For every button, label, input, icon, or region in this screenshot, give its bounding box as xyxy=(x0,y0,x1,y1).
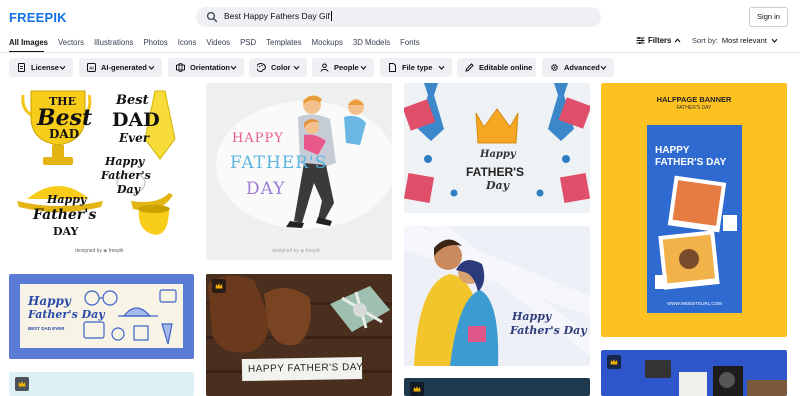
sort-label: Sort by: xyxy=(692,36,718,45)
chevron-up-icon xyxy=(674,38,681,43)
tab-icons[interactable]: Icons xyxy=(178,37,197,51)
chevron-down-icon xyxy=(438,65,445,70)
crown-icon xyxy=(215,283,223,289)
chip-license[interactable]: License xyxy=(9,58,73,77)
premium-badge xyxy=(15,377,29,391)
flatlay-photo xyxy=(645,360,787,396)
chevron-down-icon xyxy=(59,65,66,70)
ai-icon: AI xyxy=(87,63,96,72)
gear-icon xyxy=(551,64,558,71)
result-card-partial-1[interactable] xyxy=(9,372,194,396)
chip-color[interactable]: Color xyxy=(249,58,307,77)
sort-value: Most relevant xyxy=(721,36,767,45)
chip-editable-online[interactable]: Editable online xyxy=(457,58,536,77)
premium-badge xyxy=(410,382,424,396)
tab-videos[interactable]: Videos xyxy=(206,37,230,51)
result-card-shoes-gift-photo[interactable]: HAPPY FATHER'S DAY xyxy=(206,274,392,396)
result-card-crown-ties-gifts[interactable]: Happy FATHER'S Day xyxy=(404,83,590,213)
file-icon xyxy=(389,63,396,72)
orientation-icon xyxy=(176,63,185,72)
tab-fonts[interactable]: Fonts xyxy=(400,37,420,51)
chevron-down-icon xyxy=(230,65,237,70)
asset-type-tabs: All Images Vectors Illustrations Photos … xyxy=(9,37,430,51)
result-card-partial-3[interactable] xyxy=(601,350,787,396)
tab-photos[interactable]: Photos xyxy=(143,37,167,51)
chip-people[interactable]: People xyxy=(312,58,374,77)
tab-illustrations[interactable]: Illustrations xyxy=(94,37,133,51)
card-sign: HAPPY FATHER'S DAY xyxy=(241,356,363,382)
crown-ties-illustration xyxy=(404,83,590,204)
chip-orientation[interactable]: Orientation xyxy=(168,58,244,77)
tab-3d-models[interactable]: 3D Models xyxy=(353,37,390,51)
result-card-halfpage-banner[interactable]: HALFPAGE BANNER FATHER'S DAY HAPPY FATHE… xyxy=(601,83,787,337)
tab-mockups[interactable]: Mockups xyxy=(312,37,343,51)
people-icon xyxy=(320,63,329,72)
crown-icon xyxy=(18,381,26,387)
document-icon xyxy=(18,63,25,72)
chip-ai-generated[interactable]: AI AI-generated xyxy=(79,58,162,77)
top-header: FREEPIK Best Happy Fathers Day Gif Sign … xyxy=(0,0,800,34)
result-card-happy-fathers-day-dad-kids[interactable]: HAPPY FATHER'S DAY designed by ◈ freepik xyxy=(206,83,392,260)
tab-all-images[interactable]: All Images xyxy=(9,37,48,51)
result-card-partial-2[interactable] xyxy=(404,378,590,396)
premium-badge xyxy=(607,355,621,369)
sign-in-button[interactable]: Sign in xyxy=(749,7,788,27)
chevron-down-icon xyxy=(771,38,778,43)
banner-frame: Happy Father's Day BEST DAD EVER xyxy=(20,284,183,348)
tabs-divider xyxy=(0,52,800,53)
crown-icon xyxy=(413,386,421,392)
palette-icon xyxy=(257,63,266,72)
chip-file-type[interactable]: File type xyxy=(380,58,452,77)
search-icon xyxy=(206,11,218,23)
tab-vectors[interactable]: Vectors xyxy=(58,37,84,51)
freepik-logo[interactable]: FREEPIK xyxy=(9,10,67,25)
pencil-icon xyxy=(465,63,474,72)
hug-illustration xyxy=(404,226,590,366)
banner-creative: HAPPY FATHER'S DAY WWW.WEBSITEURL.COM xyxy=(647,125,742,313)
premium-badge xyxy=(212,279,226,293)
result-card-fathers-day-banner-blue[interactable]: Happy Father's Day BEST DAD EVER xyxy=(9,274,194,359)
filters-label: Filters xyxy=(648,36,672,45)
svg-text:AI: AI xyxy=(89,65,94,70)
chevron-down-icon xyxy=(360,65,367,70)
sliders-icon xyxy=(636,37,645,44)
sort-dropdown[interactable]: Sort by: Most relevant xyxy=(692,36,778,45)
chevron-down-icon xyxy=(600,65,607,70)
chip-advanced[interactable]: Advanced xyxy=(542,58,614,77)
text-caret xyxy=(330,11,332,21)
photo-collage xyxy=(655,175,737,290)
search-bar[interactable]: Best Happy Fathers Day Gif xyxy=(196,7,786,27)
search-input[interactable]: Best Happy Fathers Day Gif xyxy=(224,11,332,21)
result-card-best-dad-stickers[interactable]: THE Best DAD Best DAD Ever Happy Father'… xyxy=(9,83,194,260)
crown-icon xyxy=(610,359,618,365)
tab-psd[interactable]: PSD xyxy=(240,37,256,51)
result-card-dad-hug-daughter[interactable]: Happy Father's Day xyxy=(404,226,590,366)
chevron-down-icon xyxy=(293,65,300,70)
tab-templates[interactable]: Templates xyxy=(266,37,302,51)
filters-button[interactable]: Filters xyxy=(636,36,681,45)
chevron-down-icon xyxy=(148,65,155,70)
